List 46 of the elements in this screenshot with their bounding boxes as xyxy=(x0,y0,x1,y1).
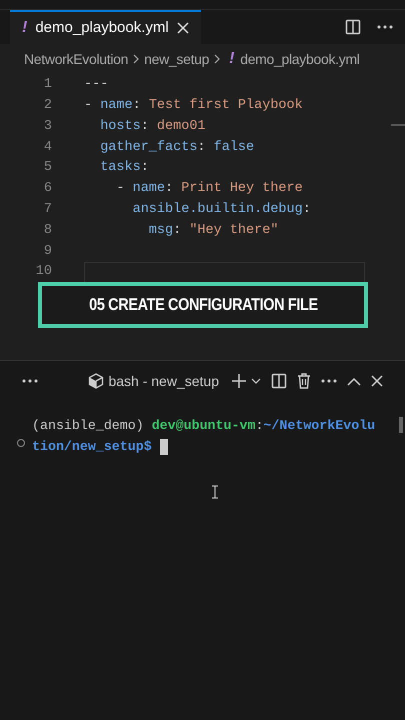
breadcrumb-item[interactable]: new_setup xyxy=(144,48,210,70)
terminal-cursor xyxy=(160,438,168,454)
split-editor-icon[interactable] xyxy=(345,19,361,35)
trash-icon[interactable] xyxy=(297,373,311,389)
chevron-down-icon[interactable] xyxy=(251,377,261,385)
line-number: 7 xyxy=(42,201,53,220)
more-actions-icon[interactable] xyxy=(377,25,393,29)
more-actions-icon[interactable] xyxy=(321,379,337,383)
line-number: 5 xyxy=(42,159,53,178)
line-number: 6 xyxy=(42,180,53,198)
line-number: 2 xyxy=(42,97,53,116)
line-number: 1 xyxy=(42,76,53,94)
yaml-file-icon: ! xyxy=(22,16,28,40)
terminal-line: (ansible_demo) dev@ubuntu-vm:~/NetworkEvolu xyxy=(32,417,376,435)
breadcrumb-item[interactable]: demo_playbook.yml xyxy=(240,48,360,70)
line-number: 9 xyxy=(42,242,53,261)
plus-icon[interactable] xyxy=(231,373,247,389)
caption-text: 05 CREATE CONFIGURATION FILE xyxy=(88,294,318,316)
code-line: gather_facts: false xyxy=(99,138,254,157)
chevron-right-icon xyxy=(213,53,222,65)
code-line: ansible.builtin.debug: xyxy=(132,201,311,220)
close-icon[interactable] xyxy=(371,375,383,387)
text-cursor-icon xyxy=(212,485,218,499)
code-line: tasks: xyxy=(99,159,149,178)
terminal-line: tion/new_setup$ xyxy=(32,438,153,456)
tab-label: demo_playbook.yml xyxy=(35,18,169,38)
chevron-up-icon[interactable] xyxy=(347,376,361,386)
editor-tab[interactable]: ! demo_playbook.yml xyxy=(10,10,201,44)
line-number: 4 xyxy=(42,138,53,157)
code-line: hosts: demo01 xyxy=(99,118,206,136)
more-actions-icon[interactable] xyxy=(22,379,38,383)
terminal-tab[interactable]: bash - new_setup xyxy=(88,370,219,392)
command-status-icon xyxy=(17,439,25,447)
line-number: 10 xyxy=(34,263,53,282)
chevron-right-icon xyxy=(132,53,140,65)
code-line: - name: Test first Playbook xyxy=(84,97,303,116)
line-number: 3 xyxy=(42,118,53,136)
code-line: - name: Print Hey there xyxy=(115,180,303,198)
breadcrumb-item[interactable]: NetworkEvolution xyxy=(24,48,128,70)
code-line: --- xyxy=(84,76,108,94)
split-terminal-icon[interactable] xyxy=(271,373,287,389)
yaml-file-icon: ! xyxy=(229,47,234,71)
line-number: 8 xyxy=(42,222,53,240)
close-icon[interactable] xyxy=(176,22,189,34)
cube-icon xyxy=(88,373,104,389)
code-line: msg: "Hey there" xyxy=(148,222,278,240)
